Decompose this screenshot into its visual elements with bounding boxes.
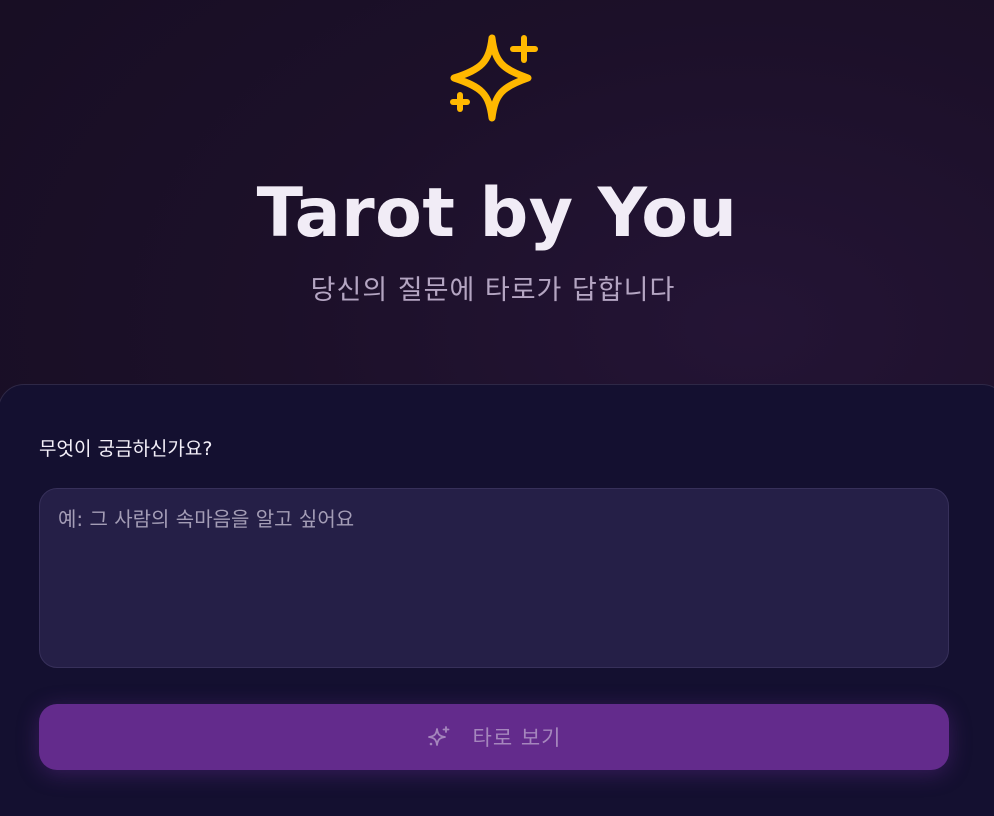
question-input[interactable] xyxy=(39,488,949,668)
sparkles-icon xyxy=(427,725,451,749)
app-subtitle: 당신의 질문에 타로가 답합니다 xyxy=(310,275,676,306)
question-card: 무엇이 궁금하신가요? 타로 보기 xyxy=(0,384,994,816)
tarot-reading-button[interactable]: 타로 보기 xyxy=(39,704,949,770)
sparkles-icon xyxy=(444,32,540,124)
hero-section: Tarot by You 당신의 질문에 타로가 답합니다 xyxy=(0,0,994,384)
tarot-reading-button-label: 타로 보기 xyxy=(472,726,562,750)
question-label: 무엇이 궁금하신가요? xyxy=(39,438,213,460)
app-title: Tarot by You xyxy=(256,174,738,253)
